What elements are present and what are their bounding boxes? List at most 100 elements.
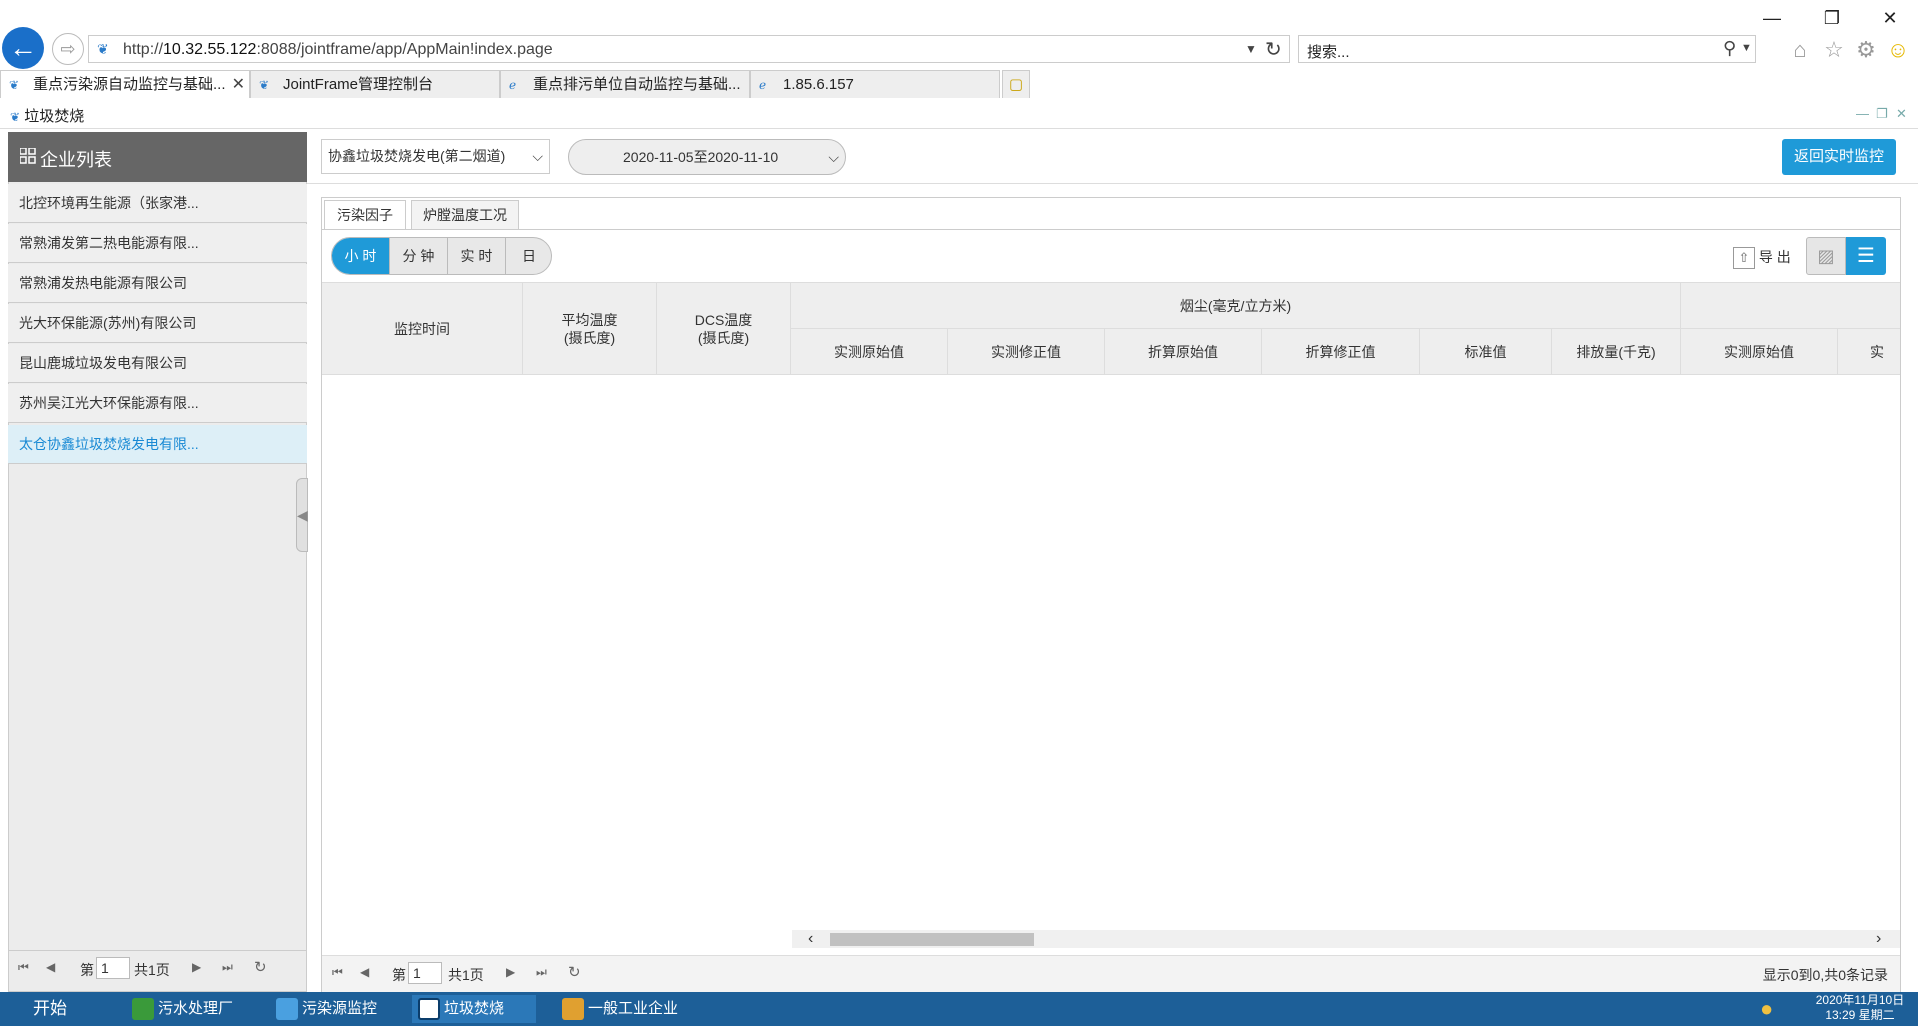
last-page-icon[interactable]: ⏭ bbox=[536, 965, 547, 980]
star-icon[interactable]: ☆ bbox=[1820, 36, 1848, 64]
col-standard-value[interactable]: 标准值 bbox=[1420, 329, 1552, 375]
chart-view-icon[interactable]: ▨ bbox=[1806, 237, 1846, 275]
smiley-icon[interactable]: ☺ bbox=[1884, 36, 1912, 64]
restore-button[interactable]: ❐ bbox=[1812, 6, 1852, 30]
prev-page-icon[interactable]: ◀ bbox=[46, 960, 55, 974]
close-icon[interactable]: ✕ bbox=[1896, 106, 1907, 122]
chevron-down-icon: ⌵ bbox=[828, 149, 839, 165]
page-favicon-icon: ❦ bbox=[10, 110, 21, 124]
sidebar-collapse-handle[interactable]: ◀ bbox=[296, 478, 308, 552]
header-unit: (摄氏度) bbox=[563, 329, 616, 346]
col-measured-corrected[interactable]: 实测修正值 bbox=[948, 329, 1105, 375]
address-bar[interactable]: ❦ http://10.32.55.122:8088/jointframe/ap… bbox=[88, 35, 1290, 63]
scroll-right-icon[interactable]: › bbox=[1876, 930, 1881, 948]
grid-icon bbox=[20, 148, 36, 164]
back-to-realtime-button[interactable]: 返回实时监控 bbox=[1782, 139, 1896, 175]
sidebar-item-company[interactable]: 苏州吴江光大环保能源有限... bbox=[8, 384, 307, 423]
restore-icon[interactable]: ❐ bbox=[1876, 106, 1888, 122]
col-dcs-temperature[interactable]: DCS温度 (摄氏度) bbox=[657, 283, 791, 375]
granularity-hour[interactable]: 小 时 bbox=[332, 238, 390, 274]
tab-label: 重点排污单位自动监控与基础... bbox=[533, 76, 741, 93]
date-range-value: 2020-11-05至2020-11-10 bbox=[623, 149, 779, 165]
minimize-icon[interactable]: — bbox=[1856, 106, 1869, 121]
taskbar-item[interactable]: 污染源监控 bbox=[276, 998, 377, 1021]
sidebar-item-company-selected[interactable]: 太仓协鑫垃圾焚烧发电有限... bbox=[8, 425, 307, 464]
app-icon bbox=[418, 998, 440, 1021]
forward-arrow-icon[interactable]: ⇨ bbox=[52, 33, 84, 65]
browser-tab[interactable]: ℯ 重点排污单位自动监控与基础... bbox=[500, 70, 750, 98]
horizontal-scrollbar[interactable]: ‹ › bbox=[792, 930, 1900, 948]
col-avg-temperature[interactable]: 平均温度 (摄氏度) bbox=[523, 283, 657, 375]
browser-tab[interactable]: ℯ 1.85.6.157 bbox=[750, 70, 1000, 98]
tab-pollutant-factors[interactable]: 污染因子 bbox=[324, 200, 406, 229]
scroll-left-icon[interactable]: ‹ bbox=[808, 930, 813, 948]
col-measured-truncated[interactable]: 实 bbox=[1838, 329, 1900, 375]
tab-furnace-temperature[interactable]: 炉膛温度工况 bbox=[411, 200, 519, 229]
col-measured-raw[interactable]: 实测原始值 bbox=[791, 329, 948, 375]
export-button[interactable]: ⇧ 导 出 bbox=[1733, 244, 1791, 270]
clock-date: 2020年11月10日 bbox=[1815, 993, 1905, 1007]
system-clock[interactable]: 2020年11月10日 13:29 星期二 bbox=[1808, 993, 1912, 1025]
new-tab-button[interactable]: ▢ bbox=[1002, 70, 1030, 98]
sidebar-title: 企业列表 bbox=[40, 150, 112, 170]
close-window-button[interactable]: ✕ bbox=[1870, 6, 1910, 30]
sidebar-item-company[interactable]: 光大环保能源(苏州)有限公司 bbox=[8, 304, 307, 343]
search-box[interactable]: 搜索... ⚲ ▼ bbox=[1298, 35, 1756, 63]
page-number-input[interactable]: 1 bbox=[408, 962, 442, 984]
search-icon[interactable]: ⚲ bbox=[1723, 38, 1736, 59]
first-page-icon[interactable]: ⏮ bbox=[332, 965, 343, 980]
sidebar-item-company[interactable]: 昆山鹿城垃圾发电有限公司 bbox=[8, 344, 307, 383]
gear-icon[interactable]: ⚙ bbox=[1852, 36, 1880, 64]
col-converted-raw[interactable]: 折算原始值 bbox=[1105, 329, 1262, 375]
next-page-icon[interactable]: ▶ bbox=[192, 960, 201, 974]
record-summary: 显示0到0,共0条记录 bbox=[1762, 967, 1888, 983]
col-measured-raw-2[interactable]: 实测原始值 bbox=[1681, 329, 1838, 375]
close-tab-icon[interactable]: ✕ bbox=[232, 71, 245, 98]
col-group-next bbox=[1681, 283, 1900, 329]
outlet-select[interactable]: 协鑫垃圾焚烧发电(第二烟道) ⌵ bbox=[321, 139, 550, 174]
refresh-icon[interactable]: ↻ bbox=[568, 963, 581, 981]
browser-tab[interactable]: ❦ JointFrame管理控制台 bbox=[250, 70, 500, 98]
minimize-button[interactable]: — bbox=[1752, 6, 1792, 30]
tab-label: JointFrame管理控制台 bbox=[283, 76, 434, 93]
header-label: 平均温度 bbox=[561, 311, 618, 328]
first-page-icon[interactable]: ⏮ bbox=[18, 960, 29, 975]
list-view-icon[interactable]: ☰ bbox=[1846, 237, 1886, 275]
sidebar-item-company[interactable]: 常熟浦发热电能源有限公司 bbox=[8, 264, 307, 303]
chevron-down-icon[interactable]: ▼ bbox=[1245, 42, 1257, 56]
table-body bbox=[322, 375, 1900, 930]
scrollbar-thumb[interactable] bbox=[830, 933, 1034, 946]
chevron-down-icon[interactable]: ▼ bbox=[1741, 42, 1752, 54]
sidebar-item-company[interactable]: 北控环境再生能源（张家港... bbox=[8, 184, 307, 223]
taskbar-item[interactable]: 污水处理厂 bbox=[132, 998, 234, 1021]
home-icon[interactable]: ⌂ bbox=[1786, 36, 1814, 64]
granularity-day[interactable]: 日 bbox=[506, 238, 551, 274]
taskbar-label: 污水处理厂 bbox=[158, 1000, 234, 1017]
col-monitor-time[interactable]: 监控时间 bbox=[322, 283, 523, 375]
taskbar-label: 一般工业企业 bbox=[588, 1000, 679, 1017]
next-page-icon[interactable]: ▶ bbox=[506, 965, 515, 979]
granularity-realtime[interactable]: 实 时 bbox=[448, 238, 506, 274]
app-icon bbox=[276, 998, 298, 1021]
granularity-minute[interactable]: 分 钟 bbox=[390, 238, 448, 274]
ie-icon: ℯ bbox=[509, 78, 517, 92]
app-icon bbox=[132, 998, 154, 1021]
last-page-icon[interactable]: ⏭ bbox=[222, 960, 233, 975]
browser-tab[interactable]: ❦ 重点污染源自动监控与基础... ✕ bbox=[0, 70, 250, 98]
start-button[interactable]: 开始 bbox=[0, 998, 100, 1020]
back-arrow-icon[interactable]: ← bbox=[2, 27, 44, 69]
refresh-icon[interactable]: ↻ bbox=[254, 958, 267, 976]
prev-page-icon[interactable]: ◀ bbox=[360, 965, 369, 979]
taskbar-item[interactable]: 一般工业企业 bbox=[562, 998, 679, 1021]
new-tab-icon: ▢ bbox=[1008, 76, 1024, 93]
date-range-picker[interactable]: 2020-11-05至2020-11-10 ⌵ bbox=[568, 139, 846, 175]
sidebar-item-company[interactable]: 常熟浦发第二热电能源有限... bbox=[8, 224, 307, 263]
page-number-input[interactable]: 1 bbox=[96, 957, 130, 979]
taskbar-item-active[interactable]: 垃圾焚烧 bbox=[412, 995, 536, 1023]
user-icon[interactable]: ● bbox=[1760, 996, 1773, 1022]
refresh-icon[interactable]: ↻ bbox=[1265, 37, 1282, 62]
col-emission-kg[interactable]: 排放量(千克) bbox=[1552, 329, 1681, 375]
divider bbox=[321, 229, 1901, 230]
app-header: ❦ 垃圾焚烧 — ❐ ✕ bbox=[0, 102, 1918, 129]
col-converted-corrected[interactable]: 折算修正值 bbox=[1262, 329, 1420, 375]
